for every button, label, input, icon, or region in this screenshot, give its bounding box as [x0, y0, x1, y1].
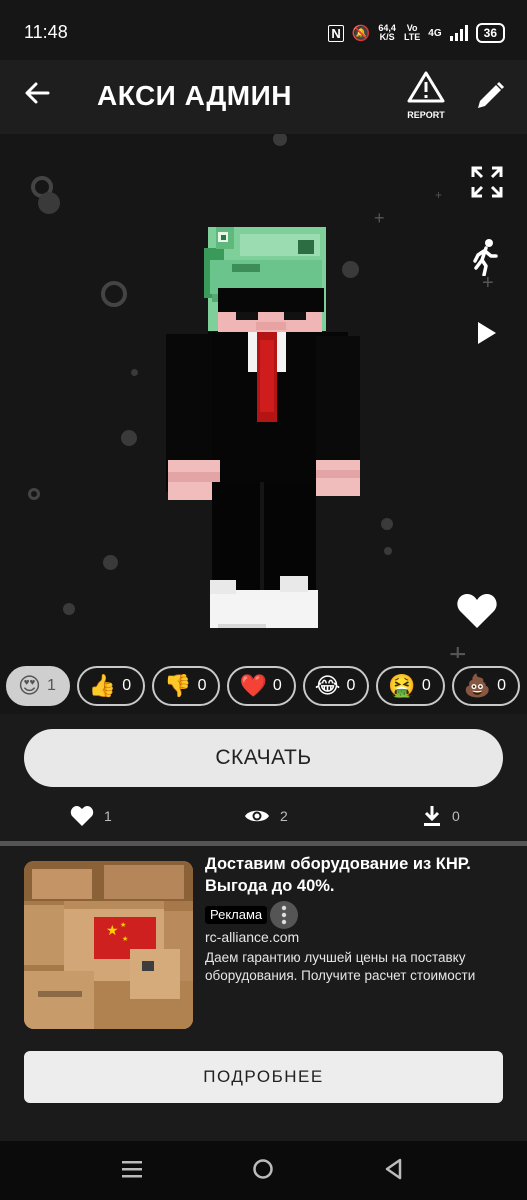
net-speed: 64,4 K/S [378, 24, 396, 42]
walk-animation-icon[interactable] [470, 238, 500, 276]
reaction-count: 0 [497, 677, 507, 694]
ad-more-button[interactable]: ПОДРОБНЕЕ [24, 1051, 503, 1103]
signal-icon [449, 25, 468, 41]
ad-badge: Реклама [205, 906, 268, 924]
download-icon [424, 806, 440, 826]
heart-eyes-emoji: 😍 [18, 673, 41, 698]
particle-dot [384, 547, 392, 555]
report-button[interactable]: REPORT [404, 70, 448, 120]
more-vertical-icon [281, 905, 287, 925]
warning-icon [407, 71, 445, 103]
reaction-chip[interactable]: 👎 0 [152, 666, 221, 706]
reaction-count: 0 [272, 677, 282, 694]
recent-apps-icon[interactable] [121, 1158, 143, 1180]
play-icon[interactable] [476, 320, 498, 346]
ad-options-button[interactable] [270, 901, 298, 929]
particle-dot [273, 134, 287, 146]
svg-text:★: ★ [106, 923, 119, 939]
back-arrow-icon[interactable] [22, 78, 52, 108]
reaction-chip[interactable]: 👍 0 [76, 666, 146, 706]
red-heart-emoji: ❤️ [239, 673, 267, 698]
fullscreen-icon[interactable] [471, 166, 503, 198]
status-time: 11:48 [24, 22, 68, 42]
particle-ring [101, 281, 127, 307]
ad-image[interactable]: ★ ★ ★ [24, 861, 193, 1029]
stat-views: 2 [244, 804, 288, 828]
particle-dot [381, 518, 393, 530]
reaction-chip[interactable]: 😂 0 [302, 666, 370, 706]
particle-plus: + [374, 208, 385, 228]
volte-bottom: LTE [403, 32, 421, 42]
nauseated-emoji: 🤮 [388, 673, 416, 698]
minecraft-skin-model [166, 227, 360, 628]
poop-emoji: 💩 [463, 673, 492, 698]
battery-indicator: 36 [475, 23, 505, 43]
particle-dot [38, 192, 60, 214]
ad-title[interactable]: Доставим оборудование из КНР. Выгода до … [205, 853, 515, 897]
particle-plus: + [449, 638, 467, 659]
reactions-bar: 😍 1 👍 0 👎 0 ❤️ 0 😂 0 🤮 0 💩 0 [0, 658, 527, 714]
reaction-chip[interactable]: ❤️ 0 [227, 666, 296, 706]
divider [0, 841, 527, 846]
reaction-chip[interactable]: 😍 1 [6, 666, 70, 706]
nfc-icon: N [328, 24, 344, 42]
mute-bell-icon: 🔕 [351, 25, 371, 42]
download-button[interactable]: СКАЧАТЬ [24, 729, 503, 787]
reaction-count: 0 [197, 677, 207, 694]
edit-pencil-icon[interactable] [474, 80, 506, 112]
page-title: АКСИ АДМИН [97, 80, 292, 111]
heart-icon [70, 806, 94, 826]
favorite-heart-icon[interactable] [456, 592, 498, 630]
status-bar: 11:48 N 🔕 64,4 K/S Vo LTE 4G 36 [0, 0, 527, 60]
back-nav-icon[interactable] [384, 1158, 404, 1180]
downloads-count: 0 [452, 808, 460, 824]
particle-dot [103, 555, 118, 570]
reaction-count: 0 [421, 677, 431, 694]
ad-domain[interactable]: rc-alliance.com [205, 929, 299, 945]
report-label: REPORT [407, 110, 445, 120]
tears-of-joy-emoji: 😂 [314, 673, 341, 698]
cargo-boxes-illustration: ★ ★ ★ [24, 861, 193, 1029]
system-nav-bar [0, 1141, 527, 1200]
thumbs-up-emoji: 👍 [88, 673, 117, 698]
volte-indicator: Vo LTE [404, 24, 420, 42]
particle-dot [121, 430, 137, 446]
stat-likes: 1 [70, 804, 112, 828]
reaction-count: 0 [122, 677, 132, 694]
particle-ring [28, 488, 40, 500]
eye-icon [245, 810, 269, 822]
thumbs-down-emoji: 👎 [164, 673, 192, 698]
particle-plus: + [435, 188, 443, 202]
svg-text:★: ★ [120, 921, 126, 929]
views-count: 2 [280, 808, 288, 824]
ad-description: Даем гарантию лучшей цены на поставку об… [205, 950, 476, 983]
particle-dot [131, 369, 138, 376]
skin-viewer[interactable]: + + + + [0, 134, 527, 658]
likes-count: 1 [104, 808, 112, 824]
app-bar: АКСИ АДМИН REPORT [0, 60, 527, 134]
home-icon[interactable] [252, 1158, 274, 1180]
net-speed-unit: K/S [379, 32, 395, 42]
reaction-count: 0 [346, 677, 356, 694]
reaction-chip[interactable]: 🤮 0 [376, 666, 445, 706]
stat-downloads: 0 [422, 804, 460, 828]
network-type: 4G [428, 27, 442, 39]
status-icons: N 🔕 64,4 K/S Vo LTE 4G 36 [328, 22, 505, 44]
particle-dot [63, 603, 75, 615]
reaction-count: 1 [46, 677, 56, 694]
reaction-chip[interactable]: 💩 0 [451, 666, 521, 706]
svg-text:★: ★ [122, 935, 128, 943]
